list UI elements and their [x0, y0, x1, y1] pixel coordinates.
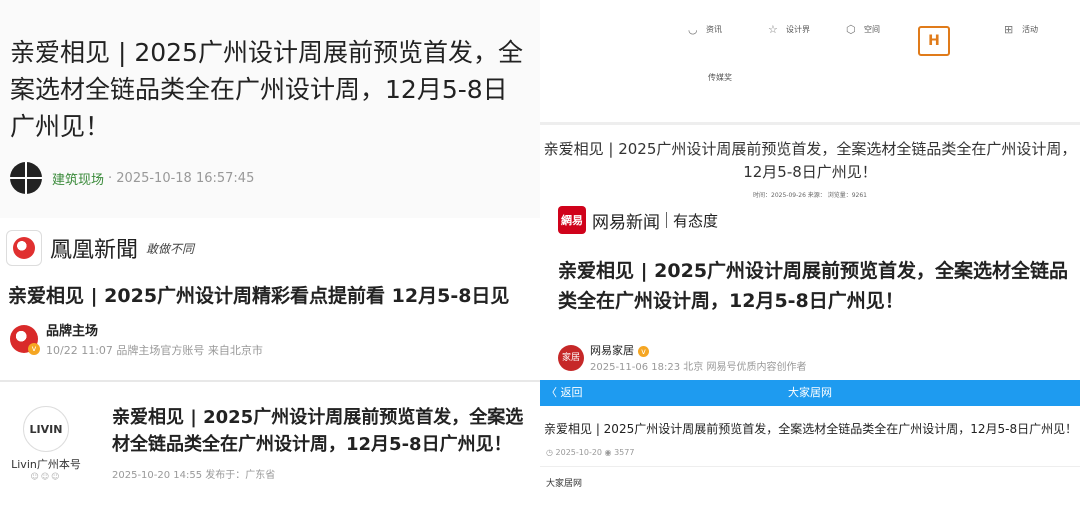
author-box[interactable]: LIVIN Livin广州本号 ☺☺☺	[2, 406, 90, 488]
article-title[interactable]: 亲爱相见 | 2025广州设计周展前预览首发，全案选材全链品类全在广州设计周，1…	[10, 34, 530, 145]
top-bar: 大家居网 〈 返回	[540, 380, 1080, 406]
ifeng-brand-name: 鳳凰新聞	[50, 238, 139, 263]
account-name[interactable]: 网易家居	[590, 344, 634, 357]
nav-item-media-award[interactable]: 传媒奖	[708, 72, 732, 83]
verified-icon: v	[638, 345, 649, 357]
article-card-4: ◡ 资讯 ☆ 设计界 ⬡ 空间 H ⊞ 活动 传媒奖 亲爱相见 | 2025广州…	[540, 0, 1080, 376]
article-title[interactable]: 亲爱相见 | 2025广州设计周展前预览首发，全案选材全链品类全在广州设计周，1…	[544, 420, 1077, 437]
netease-slogan: 有态度	[673, 211, 719, 230]
nav-label: 活动	[1022, 25, 1038, 34]
article-title[interactable]: 亲爱相见 | 2025广州设计周展前预览首发，全案选材全链品类全在广州设计周，1…	[540, 138, 1080, 184]
site-logo[interactable]: H	[918, 26, 950, 56]
verified-icon: v	[28, 343, 40, 355]
account-name[interactable]: 品牌主场	[46, 320, 263, 339]
account-row: v 品牌主场 10/22 11:07 品牌主场官方账号 来自北京市	[10, 320, 263, 358]
nav-item-space[interactable]: ⬡ 空间	[846, 24, 880, 36]
nav-label: 设计界	[786, 25, 810, 34]
article-meta: 建筑现场 · 2025-10-18 16:57:45	[10, 162, 254, 194]
article-card-5: 大家居网 〈 返回 亲爱相见 | 2025广州设计周展前预览首发，全案选材全链品…	[540, 380, 1080, 528]
author-badges: ☺☺☺	[30, 472, 62, 481]
bar-title: 大家居网	[788, 386, 832, 399]
author-name: Livin广州本号	[11, 458, 81, 471]
article-meta: 时间：2025-09-26 来源： 浏览量：9261	[753, 192, 867, 199]
nav-item-design[interactable]: ☆ 设计界	[768, 24, 810, 36]
article-card-1: 亲爱相见 | 2025广州设计周展前预览首发，全案选材全链品类全在广州设计周，1…	[0, 0, 540, 218]
article-meta: ◷ 2025-10-20 ◉ 3577	[546, 448, 635, 457]
nav-label: 空间	[864, 25, 880, 34]
nav-item-news[interactable]: ◡ 资讯	[688, 24, 722, 36]
ifeng-header: 鳳凰新聞 敢做不同	[6, 230, 194, 266]
netease-header: 網易 网易新闻 有态度	[558, 206, 718, 234]
cube-icon: ⬡	[846, 23, 856, 36]
article-headline[interactable]: 亲爱相见 | 2025广州设计周展前预览首发，全案选材全链品类全在广州设计周，1…	[558, 256, 1073, 316]
grid-icon: ⊞	[1004, 23, 1014, 36]
accent-bar	[0, 380, 26, 382]
source-name[interactable]: 建筑现场	[52, 169, 104, 188]
divider	[540, 466, 1080, 467]
source-name[interactable]: 大家居网	[546, 476, 582, 489]
nav-label: 传媒奖	[708, 73, 732, 82]
account-avatar[interactable]: 家居	[558, 344, 584, 371]
ifeng-logo-icon[interactable]	[6, 230, 42, 266]
site-nav: ◡ 资讯 ☆ 设计界 ⬡ 空间 H ⊞ 活动 传媒奖	[540, 0, 1080, 125]
livin-logo: LIVIN	[23, 406, 69, 452]
account-meta: 2025-11-06 18:23 北京 网易号优质内容创作者	[590, 362, 807, 373]
source-avatar-icon	[10, 162, 42, 194]
article-card-3: LIVIN Livin广州本号 ☺☺☺ 亲爱相见 | 2025广州设计周展前预览…	[0, 380, 540, 530]
ifeng-slogan: 敢做不同	[146, 241, 195, 256]
article-card-2: 鳳凰新聞 敢做不同 亲爱相见 | 2025广州设计周精彩看点提前看 12月5-8…	[0, 218, 540, 378]
netease-logo-icon[interactable]: 網易	[558, 206, 586, 234]
article-title[interactable]: 亲爱相见 | 2025广州设计周展前预览首发，全案选材全链品类全在广州设计周，1…	[112, 404, 532, 458]
divider	[666, 212, 667, 228]
nav-item-events[interactable]: ⊞ 活动	[1004, 24, 1038, 36]
nav-label: 资讯	[706, 25, 722, 34]
article-title[interactable]: 亲爱相见 | 2025广州设计周精彩看点提前看 12月5-8日见	[8, 281, 509, 308]
account-meta: 10/22 11:07 品牌主场官方账号 来自北京市	[46, 344, 263, 357]
netease-brand-name: 网易新闻	[592, 212, 660, 233]
back-button[interactable]: 〈 返回	[546, 380, 583, 406]
eye-icon: ◡	[688, 23, 698, 36]
account-avatar[interactable]: v	[10, 325, 40, 355]
star-icon: ☆	[768, 23, 778, 36]
article-meta: 2025-10-20 14:55 发布于：广东省	[112, 470, 276, 481]
publish-datetime: · 2025-10-18 16:57:45	[108, 170, 255, 186]
account-row: 家居 网易家居 v 2025-11-06 18:23 北京 网易号优质内容创作者	[558, 342, 806, 373]
